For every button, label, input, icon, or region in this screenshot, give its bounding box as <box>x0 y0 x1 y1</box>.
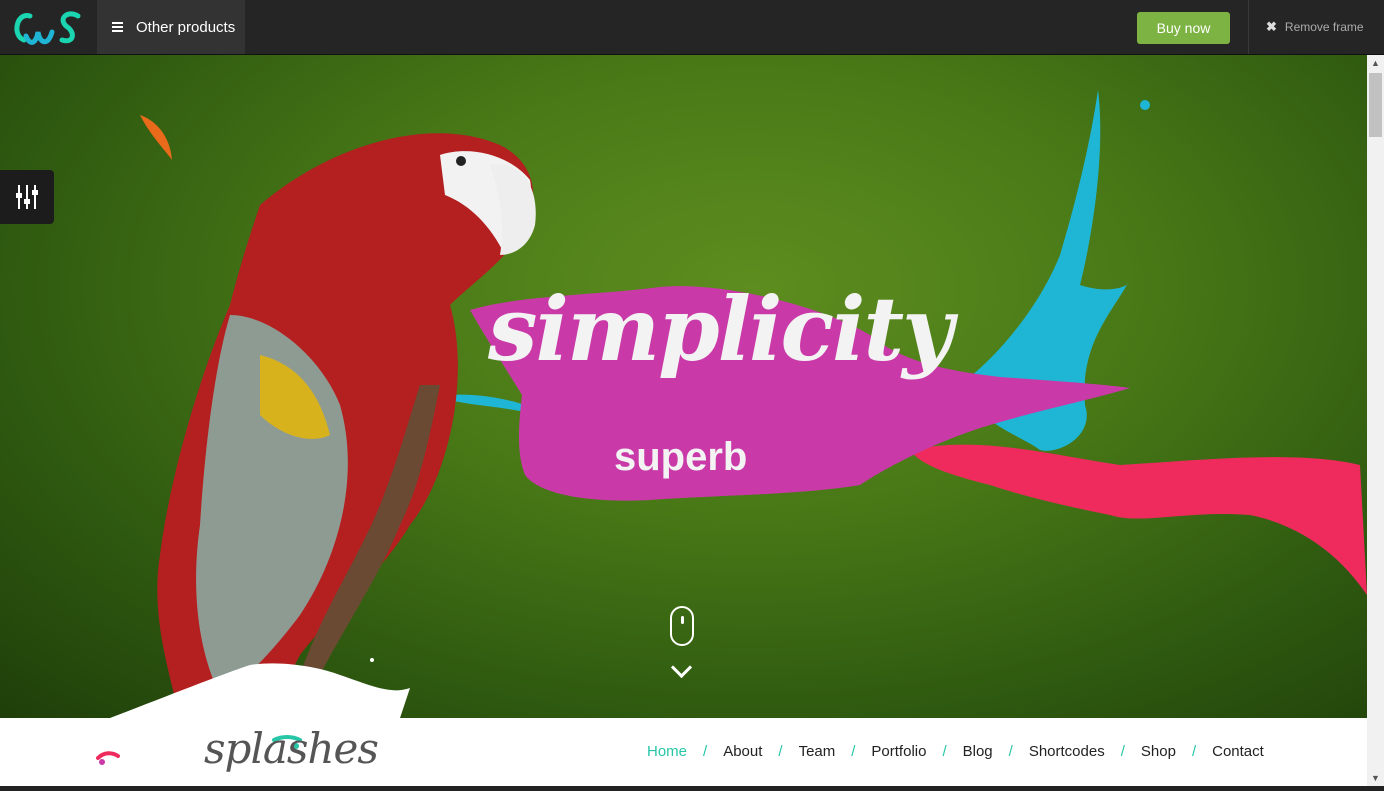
scroll-down-arrow-icon[interactable]: ▼ <box>1367 770 1384 786</box>
sliders-icon <box>16 185 38 209</box>
page-scrollbar[interactable] <box>1367 55 1384 786</box>
customizer-toggle-button[interactable] <box>0 170 54 224</box>
scrollbar-thumb[interactable] <box>1369 73 1382 137</box>
main-menu: Home / About / Team / Portfolio / Blog /… <box>647 743 1264 760</box>
hero-headline: simplicity <box>488 277 953 381</box>
topbar-divider <box>1248 0 1249 54</box>
frame-topbar: Other products Buy now ✖ Remove frame <box>0 0 1384 55</box>
menu-item-shop[interactable]: Shop <box>1141 743 1176 760</box>
remove-frame-label: Remove frame <box>1284 20 1364 34</box>
menu-separator: / <box>1120 743 1125 760</box>
menu-separator: / <box>703 743 708 760</box>
menu-separator: / <box>1191 743 1197 760</box>
menu-separator: / <box>778 743 783 760</box>
menu-separator: / <box>1008 743 1013 760</box>
remove-frame-button[interactable]: ✖ Remove frame <box>1266 0 1364 54</box>
other-products-button[interactable]: Other products <box>97 0 245 54</box>
scroll-mouse-icon[interactable] <box>670 606 694 646</box>
other-products-label: Other products <box>136 18 236 36</box>
menu-item-shortcodes[interactable]: Shortcodes <box>1029 743 1105 760</box>
menu-separator: / <box>851 743 856 760</box>
splashes-logo[interactable]: splashes <box>96 718 379 786</box>
menu-item-blog[interactable]: Blog <box>963 743 993 760</box>
cws-logo[interactable] <box>8 6 84 48</box>
close-icon: ✖ <box>1266 19 1277 34</box>
menu-item-portfolio[interactable]: Portfolio <box>871 743 926 760</box>
menu-item-team[interactable]: Team <box>799 743 836 760</box>
hero-banner: simplicity superb <box>0 55 1367 718</box>
menu-item-contact[interactable]: Contact <box>1212 743 1264 760</box>
menu-separator: / <box>942 743 947 760</box>
menu-item-about[interactable]: About <box>723 743 762 760</box>
menu-item-home[interactable]: Home <box>647 743 687 760</box>
scroll-up-arrow-icon[interactable]: ▲ <box>1367 55 1384 71</box>
site-navbar: splashes Home / About / Team / Portfolio… <box>0 718 1367 786</box>
hero-subline: superb <box>614 435 748 479</box>
buy-now-button[interactable]: Buy now <box>1137 12 1230 44</box>
brand-name: splashes <box>204 724 379 773</box>
menu-icon <box>112 20 123 34</box>
